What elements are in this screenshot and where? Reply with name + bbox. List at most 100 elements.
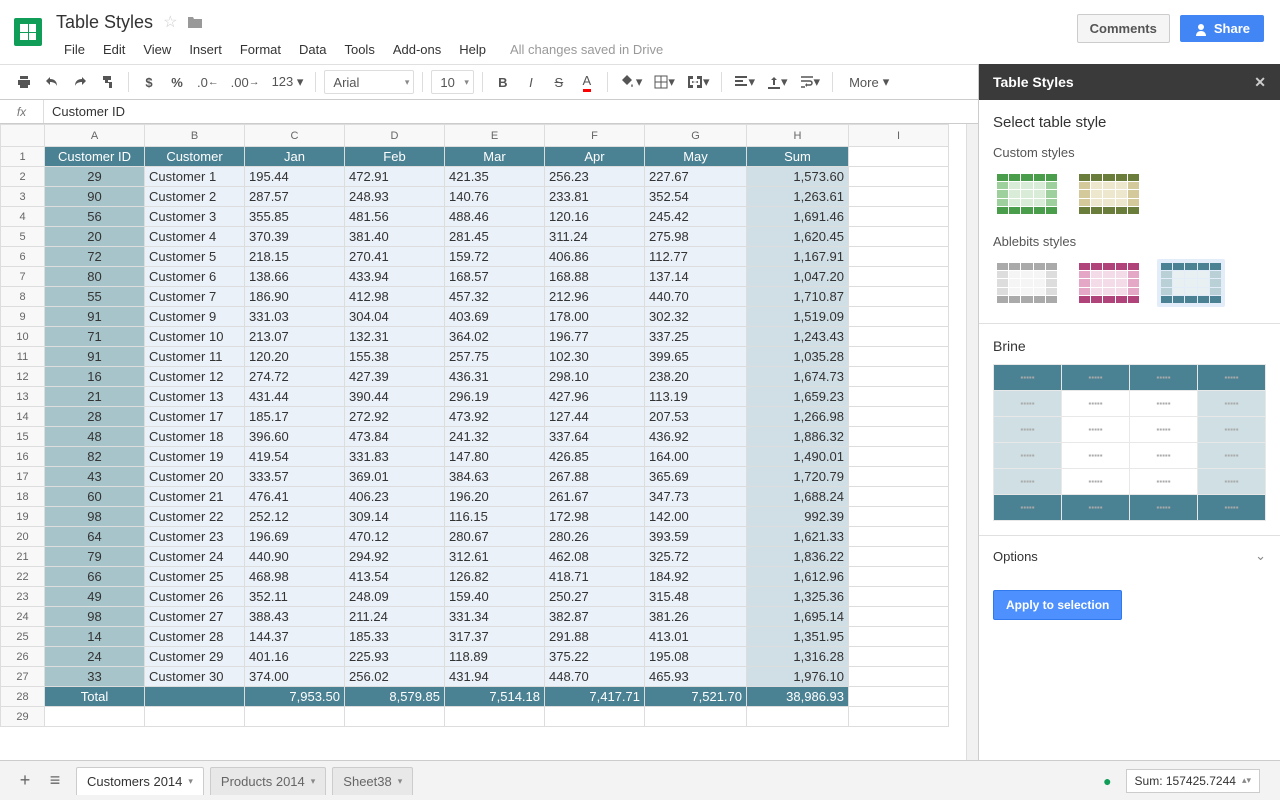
col-header[interactable]: C (245, 125, 345, 147)
cell[interactable]: 112.77 (645, 247, 747, 267)
style-thumb-grey[interactable] (993, 259, 1061, 307)
cell[interactable]: 364.02 (445, 327, 545, 347)
cell[interactable]: 116.15 (445, 507, 545, 527)
cell[interactable]: 294.92 (345, 547, 445, 567)
cell[interactable]: 413.54 (345, 567, 445, 587)
col-header[interactable]: I (849, 125, 949, 147)
cell[interactable]: 64 (45, 527, 145, 547)
cell[interactable]: Customer 23 (145, 527, 245, 547)
style-thumb-magenta[interactable] (1075, 259, 1143, 307)
data-header[interactable]: Customer (145, 147, 245, 167)
cell[interactable]: 1,167.91 (747, 247, 849, 267)
cell[interactable]: 196.69 (245, 527, 345, 547)
sheet-tab-active[interactable]: Customers 2014▾ (76, 767, 204, 795)
cell[interactable]: 98 (45, 507, 145, 527)
close-icon[interactable]: ✕ (1254, 74, 1266, 91)
cell[interactable]: 1,620.45 (747, 227, 849, 247)
cell[interactable]: 312.61 (445, 547, 545, 567)
cell[interactable]: 440.70 (645, 287, 747, 307)
cell[interactable]: 374.00 (245, 667, 345, 687)
data-header[interactable]: Customer ID (45, 147, 145, 167)
cell[interactable]: 164.00 (645, 447, 747, 467)
cell[interactable]: Customer 2 (145, 187, 245, 207)
cell[interactable]: 168.57 (445, 267, 545, 287)
cell[interactable]: 137.14 (645, 267, 747, 287)
cell[interactable]: 448.70 (545, 667, 645, 687)
data-header[interactable]: May (645, 147, 747, 167)
paint-format-icon[interactable] (96, 70, 120, 94)
cell[interactable]: 992.39 (747, 507, 849, 527)
cell[interactable]: 90 (45, 187, 145, 207)
cell[interactable]: 7,521.70 (645, 687, 747, 707)
cell[interactable]: 72 (45, 247, 145, 267)
cell[interactable]: 309.14 (345, 507, 445, 527)
row-header[interactable]: 26 (1, 647, 45, 667)
cell[interactable] (345, 707, 445, 727)
cell[interactable]: 1,674.73 (747, 367, 849, 387)
redo-icon[interactable] (68, 70, 92, 94)
cell[interactable]: 1,976.10 (747, 667, 849, 687)
share-button[interactable]: Share (1180, 15, 1264, 42)
vertical-scrollbar[interactable] (966, 124, 978, 760)
cell[interactable]: Customer 3 (145, 207, 245, 227)
cell[interactable]: 14 (45, 627, 145, 647)
cell[interactable]: 281.45 (445, 227, 545, 247)
cell[interactable]: 370.39 (245, 227, 345, 247)
cell[interactable]: 16 (45, 367, 145, 387)
cell[interactable]: 333.57 (245, 467, 345, 487)
cell[interactable]: 1,243.43 (747, 327, 849, 347)
cell[interactable]: 337.25 (645, 327, 747, 347)
cell[interactable]: 28 (45, 407, 145, 427)
cell[interactable]: 419.54 (245, 447, 345, 467)
cell[interactable]: 24 (45, 647, 145, 667)
cell[interactable]: 98 (45, 607, 145, 627)
folder-icon[interactable] (187, 15, 203, 29)
cell[interactable]: 127.44 (545, 407, 645, 427)
data-header[interactable]: Feb (345, 147, 445, 167)
cell[interactable] (445, 707, 545, 727)
sheet-tab[interactable]: Products 2014▾ (210, 767, 326, 795)
increase-decimal-icon[interactable]: .00→ (227, 70, 264, 94)
menu-data[interactable]: Data (291, 38, 334, 61)
style-thumb-green[interactable] (993, 170, 1061, 218)
cell[interactable]: 132.31 (345, 327, 445, 347)
cell[interactable]: 280.26 (545, 527, 645, 547)
row-header[interactable]: 6 (1, 247, 45, 267)
cell[interactable]: 472.91 (345, 167, 445, 187)
cell[interactable]: 325.72 (645, 547, 747, 567)
menu-format[interactable]: Format (232, 38, 289, 61)
cell[interactable]: 195.44 (245, 167, 345, 187)
cell[interactable]: 337.64 (545, 427, 645, 447)
cell[interactable]: 21 (45, 387, 145, 407)
print-icon[interactable] (12, 70, 36, 94)
cell[interactable]: 241.32 (445, 427, 545, 447)
app-logo[interactable] (8, 12, 48, 52)
cell[interactable]: 120.16 (545, 207, 645, 227)
row-header[interactable]: 21 (1, 547, 45, 567)
cell[interactable]: 352.11 (245, 587, 345, 607)
cell[interactable]: 274.72 (245, 367, 345, 387)
cell[interactable]: 291.88 (545, 627, 645, 647)
cell[interactable]: 56 (45, 207, 145, 227)
col-header[interactable]: A (45, 125, 145, 147)
cell[interactable]: 401.16 (245, 647, 345, 667)
sheet-tab[interactable]: Sheet38▾ (332, 767, 413, 795)
cell[interactable]: 60 (45, 487, 145, 507)
strikethrough-icon[interactable]: S (547, 70, 571, 94)
cell[interactable] (245, 707, 345, 727)
cell[interactable]: 66 (45, 567, 145, 587)
cell[interactable]: 126.82 (445, 567, 545, 587)
cell[interactable]: 476.41 (245, 487, 345, 507)
cell[interactable]: 212.96 (545, 287, 645, 307)
col-header[interactable]: F (545, 125, 645, 147)
cell[interactable]: 7,953.50 (245, 687, 345, 707)
more-button[interactable]: More ▾ (841, 74, 897, 90)
cell[interactable]: 388.43 (245, 607, 345, 627)
cell[interactable]: 304.04 (345, 307, 445, 327)
cell[interactable]: 298.10 (545, 367, 645, 387)
cell[interactable]: 196.77 (545, 327, 645, 347)
cell[interactable]: 1,266.98 (747, 407, 849, 427)
col-header[interactable]: B (145, 125, 245, 147)
cell[interactable]: 120.20 (245, 347, 345, 367)
cell[interactable]: 20 (45, 227, 145, 247)
